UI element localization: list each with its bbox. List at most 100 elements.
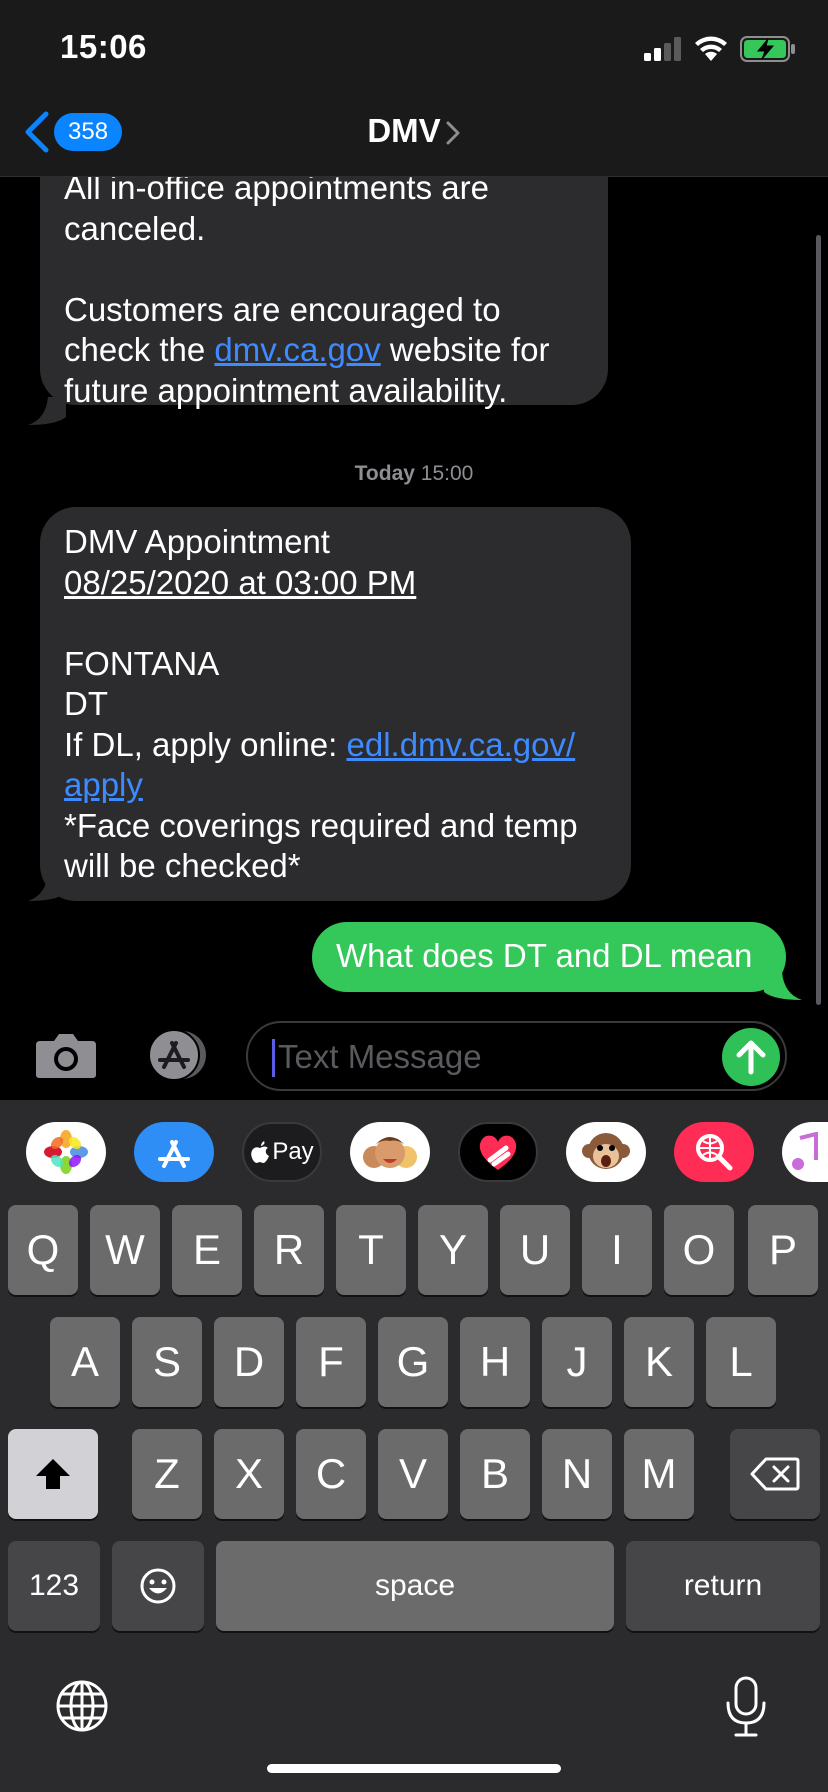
- key-o[interactable]: O: [664, 1205, 734, 1295]
- timestamp-time: 15:00: [420, 462, 474, 485]
- send-button[interactable]: [722, 1028, 780, 1086]
- wifi-icon: [695, 36, 727, 61]
- scrollbar[interactable]: [816, 235, 821, 1005]
- message-input[interactable]: Text Message: [246, 1021, 787, 1091]
- app-store-logo-icon: [158, 1140, 190, 1168]
- keyboard: Q W E R T Y U I O P A S D F G H J K L Z …: [0, 1200, 828, 1792]
- arrow-up-icon: [736, 1040, 766, 1075]
- message-text: *Face coverings required and temp: [64, 806, 578, 844]
- key-m[interactable]: M: [624, 1429, 694, 1519]
- key-x[interactable]: X: [214, 1429, 284, 1519]
- text-caret: [272, 1039, 275, 1077]
- return-key[interactable]: return: [626, 1541, 820, 1631]
- key-k[interactable]: K: [624, 1317, 694, 1407]
- image-search-app-icon[interactable]: [674, 1122, 754, 1182]
- delete-backward-icon: [750, 1457, 800, 1491]
- space-key[interactable]: space: [216, 1541, 614, 1631]
- message-text: What does DT and DL mean: [336, 937, 753, 974]
- music-app-icon[interactable]: [782, 1122, 828, 1182]
- apple-logo-icon: [251, 1141, 270, 1163]
- appointment-title: DMV Appointment: [64, 523, 330, 560]
- key-d[interactable]: D: [214, 1317, 284, 1407]
- heart-icon: [479, 1135, 517, 1170]
- globe-icon[interactable]: [54, 1678, 110, 1734]
- emoji-smiley-icon: [140, 1568, 176, 1604]
- message-text: future appointment availability.: [64, 371, 508, 409]
- edl-link[interactable]: edl.dmv.ca.gov/: [347, 726, 576, 763]
- message-text: Customers are encouraged to: [64, 290, 501, 328]
- photos-app-icon[interactable]: [26, 1122, 106, 1182]
- battery-charging-icon: [740, 36, 795, 62]
- composer-bar: Text Message: [0, 1007, 828, 1100]
- shift-key[interactable]: [8, 1429, 98, 1519]
- app-store-icon[interactable]: [140, 1029, 212, 1081]
- backspace-key[interactable]: [730, 1429, 820, 1519]
- contact-name-label: DMV: [367, 112, 441, 149]
- message-thread[interactable]: All in-office appointments are canceled.…: [0, 177, 828, 1007]
- conversation-header: 358 DMV: [0, 100, 828, 177]
- dmv-website-link[interactable]: dmv.ca.gov: [214, 331, 380, 368]
- apple-pay-app-icon[interactable]: Pay: [242, 1122, 322, 1182]
- message-text: website for: [389, 331, 550, 368]
- home-indicator[interactable]: [267, 1764, 561, 1773]
- contact-name[interactable]: DMV: [0, 112, 828, 150]
- key-i[interactable]: I: [582, 1205, 652, 1295]
- status-time: 15:06: [60, 28, 147, 65]
- photos-icon: [44, 1130, 88, 1174]
- chevron-right-icon: [446, 121, 460, 145]
- message-text: will be checked*: [64, 847, 301, 884]
- memoji-icon: [363, 1137, 417, 1168]
- key-y[interactable]: Y: [418, 1205, 488, 1295]
- key-v[interactable]: V: [378, 1429, 448, 1519]
- status-bar: 15:06: [0, 0, 828, 100]
- key-b[interactable]: B: [460, 1429, 530, 1519]
- message-timestamp: Today 15:00: [0, 462, 828, 486]
- message-bubble-incoming[interactable]: All in-office appointments are canceled.…: [40, 177, 608, 409]
- status-icons: [644, 36, 796, 62]
- monkey-icon: [582, 1133, 630, 1169]
- imessage-app-drawer: Pay: [0, 1100, 828, 1200]
- message-bubble-outgoing[interactable]: What does DT and DL mean: [312, 922, 786, 992]
- shift-arrow-icon: [36, 1459, 70, 1489]
- key-u[interactable]: U: [500, 1205, 570, 1295]
- digital-touch-app-icon[interactable]: [458, 1122, 538, 1182]
- key-w[interactable]: W: [90, 1205, 160, 1295]
- key-t[interactable]: T: [336, 1205, 406, 1295]
- message-bubble-incoming[interactable]: DMV Appointment 08/25/2020 at 03:00 PM F…: [40, 507, 631, 901]
- message-text: All in-office appointments are: [64, 177, 489, 206]
- timestamp-day: Today: [354, 462, 415, 485]
- key-a[interactable]: A: [50, 1317, 120, 1407]
- key-q[interactable]: Q: [8, 1205, 78, 1295]
- message-text: If DL, apply online:: [64, 725, 347, 763]
- numbers-key[interactable]: 123: [8, 1541, 100, 1631]
- key-r[interactable]: R: [254, 1205, 324, 1295]
- memoji-app-icon[interactable]: [350, 1122, 430, 1182]
- camera-icon[interactable]: [34, 1031, 98, 1079]
- music-note-icon: [792, 1132, 818, 1170]
- appointment-location: DT: [64, 685, 108, 722]
- appointment-location: FONTANA: [64, 644, 220, 682]
- animoji-app-icon[interactable]: [566, 1122, 646, 1182]
- key-z[interactable]: Z: [132, 1429, 202, 1519]
- key-g[interactable]: G: [378, 1317, 448, 1407]
- key-l[interactable]: L: [706, 1317, 776, 1407]
- cellular-signal-icon: [644, 37, 681, 61]
- message-text: check the: [64, 331, 215, 368]
- key-c[interactable]: C: [296, 1429, 366, 1519]
- magnifier-globe-icon: [696, 1134, 733, 1171]
- app-store-app-icon[interactable]: [134, 1122, 214, 1182]
- emoji-key[interactable]: [112, 1541, 204, 1631]
- key-h[interactable]: H: [460, 1317, 530, 1407]
- key-n[interactable]: N: [542, 1429, 612, 1519]
- microphone-icon[interactable]: [725, 1675, 767, 1739]
- edl-link[interactable]: apply: [64, 766, 143, 803]
- key-f[interactable]: F: [296, 1317, 366, 1407]
- key-j[interactable]: J: [542, 1317, 612, 1407]
- key-e[interactable]: E: [172, 1205, 242, 1295]
- apple-pay-label: Pay: [272, 1138, 314, 1165]
- appointment-datetime-link[interactable]: 08/25/2020 at 03:00 PM: [64, 563, 607, 604]
- key-p[interactable]: P: [748, 1205, 818, 1295]
- message-text: canceled.: [64, 209, 206, 247]
- key-s[interactable]: S: [132, 1317, 202, 1407]
- message-input-placeholder: Text Message: [278, 1038, 482, 1075]
